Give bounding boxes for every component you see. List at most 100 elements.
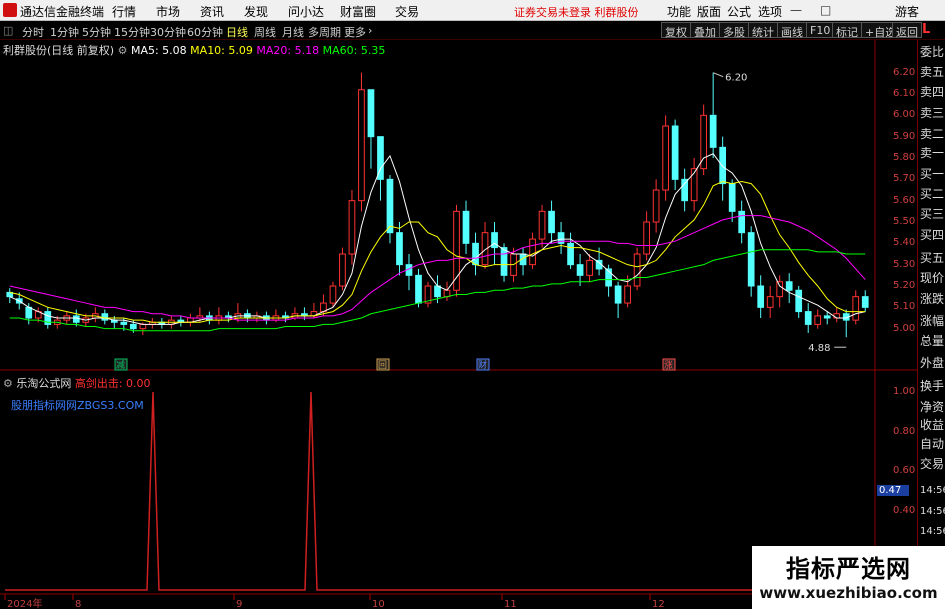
- candle-body: [624, 285, 631, 304]
- price-tick-label: 5.00: [893, 322, 916, 334]
- quote-field-label[interactable]: 交易: [920, 458, 944, 470]
- menu-gongshi[interactable]: 公式: [727, 3, 751, 20]
- candle-body: [358, 89, 365, 202]
- signal-tick-label: 0.60: [893, 465, 916, 476]
- btn-biaoji[interactable]: 标记: [832, 22, 862, 39]
- candle-body: [681, 178, 688, 202]
- period-5min[interactable]: 5分钟: [82, 24, 111, 40]
- maximize-icon[interactable]: □: [820, 3, 831, 17]
- quote-field-label[interactable]: 换手: [920, 380, 944, 392]
- chart-area[interactable]: 6.20 4.88 减 回 财 涨 2024年 8 9 10 11 12: [0, 40, 917, 609]
- period-1min[interactable]: 1分钟: [50, 24, 79, 40]
- formula-name: 乐淘公式网: [16, 377, 72, 390]
- candle-body: [671, 125, 679, 180]
- price-tick-label: 5.50: [893, 216, 916, 227]
- period-daily[interactable]: 日线: [226, 24, 248, 40]
- quote-field-label[interactable]: 卖五: [920, 66, 944, 78]
- signal-tick-label: 0.40: [893, 505, 916, 516]
- date-label: 9: [236, 599, 242, 609]
- chevron-right-icon[interactable]: ›: [368, 24, 372, 37]
- candle-body: [415, 274, 422, 304]
- quote-field-label[interactable]: 净资: [920, 401, 944, 413]
- candle-body: [643, 221, 650, 255]
- quote-field-label[interactable]: 总量: [920, 335, 944, 347]
- marker-label: 财: [478, 359, 487, 371]
- period-monthly[interactable]: 月线: [282, 24, 304, 40]
- candle-body: [861, 296, 869, 308]
- menu-caifuquan[interactable]: 财富圈: [340, 3, 376, 20]
- period-60min[interactable]: 60分钟: [187, 24, 223, 40]
- price-tick-label: 5.40: [893, 237, 916, 249]
- quote-field-label[interactable]: 卖二: [920, 128, 944, 140]
- menu-wenxiaoda[interactable]: 问小达: [288, 3, 324, 20]
- signal-tick-label: 0.80: [893, 426, 916, 437]
- minimize-icon[interactable]: —: [790, 3, 802, 17]
- price-tick-label: 5.20: [893, 280, 916, 291]
- btn-fuquan[interactable]: 复权: [661, 22, 691, 39]
- date-label: 8: [75, 599, 81, 609]
- btn-f10[interactable]: F10: [806, 22, 835, 38]
- quote-field-label[interactable]: 14:56: [920, 526, 945, 538]
- candle-body: [652, 189, 660, 223]
- quote-field-label[interactable]: 自动: [920, 438, 944, 450]
- quote-field-label[interactable]: 买五: [920, 252, 944, 264]
- settings-icon[interactable]: ⚙: [118, 44, 131, 57]
- menu-faxian[interactable]: 发现: [244, 3, 268, 20]
- candle-body: [766, 296, 774, 308]
- btn-diejia[interactable]: 叠加: [690, 22, 720, 39]
- quote-field-label[interactable]: 买一: [920, 168, 944, 180]
- btn-tongji[interactable]: 统计: [748, 22, 778, 39]
- btn-huaxian[interactable]: 画线: [777, 22, 807, 39]
- quote-field-label[interactable]: 涨幅: [920, 315, 944, 327]
- panel-toggle-icon[interactable]: ◫: [3, 24, 13, 37]
- btn-fanhui[interactable]: 返回: [892, 22, 922, 39]
- period-multi[interactable]: 多周期: [308, 24, 341, 40]
- price-tick-label: 5.10: [893, 301, 916, 313]
- menu-hangqing[interactable]: 行情: [112, 3, 136, 20]
- menu-shichang[interactable]: 市场: [156, 3, 180, 20]
- quote-field-label[interactable]: 卖一: [920, 147, 944, 159]
- period-15min[interactable]: 15分钟: [114, 24, 150, 40]
- quote-field-label[interactable]: 买三: [920, 208, 944, 220]
- candle-body: [795, 289, 803, 313]
- signal-line: [5, 391, 870, 591]
- period-more[interactable]: 更多: [344, 24, 366, 40]
- quote-field-label[interactable]: 涨跌: [920, 293, 944, 305]
- period-30min[interactable]: 30分钟: [150, 24, 186, 40]
- quote-field-label[interactable]: 现价: [920, 272, 944, 284]
- price-tick-label: 6.20: [893, 66, 916, 78]
- signal-tick-label: 1.00: [893, 386, 916, 397]
- quote-field-label[interactable]: 收益: [920, 419, 944, 431]
- quote-field-label[interactable]: 卖四: [920, 86, 944, 98]
- menu-xuanxiang[interactable]: 选项: [758, 3, 782, 20]
- btn-duogu[interactable]: 多股: [719, 22, 749, 39]
- quote-field-label[interactable]: 委比: [920, 46, 944, 58]
- menu-jiaoyi[interactable]: 交易: [395, 3, 419, 20]
- candle-body: [633, 253, 641, 287]
- period-fenshi[interactable]: 分时: [22, 24, 44, 40]
- period-toolbar: ◫ 分时 1分钟 5分钟 15分钟 30分钟 60分钟 日线 周线 月线 多周期…: [0, 21, 945, 40]
- menu-banmian[interactable]: 版面: [697, 3, 721, 20]
- candle-body: [757, 285, 765, 308]
- stock-title: 利群股份(日线 前复权): [3, 44, 115, 57]
- candle-body: [567, 242, 574, 266]
- quote-field-label[interactable]: 外盘: [920, 357, 944, 369]
- quote-field-label[interactable]: 14:56: [920, 506, 945, 518]
- quote-field-label[interactable]: 卖三: [920, 107, 944, 119]
- app-name: 通达信金融终端: [20, 5, 105, 19]
- menu-gongneng[interactable]: 功能: [667, 3, 691, 20]
- quote-field-label[interactable]: 买二: [920, 188, 944, 200]
- candle-body: [747, 232, 755, 287]
- status-notice: 证券交易未登录 利群股份: [514, 6, 639, 19]
- quote-field-label[interactable]: 买四: [920, 229, 944, 241]
- date-label: 10: [372, 599, 385, 609]
- user-label[interactable]: 游客: [895, 3, 919, 20]
- menu-zixun[interactable]: 资讯: [200, 3, 224, 20]
- candle-body: [472, 242, 479, 266]
- candle-body: [529, 238, 536, 266]
- quote-field-label[interactable]: 14:56: [920, 485, 945, 497]
- candle-body: [25, 306, 33, 319]
- sub-settings-icon[interactable]: ⚙: [3, 377, 16, 390]
- candle-body: [576, 264, 584, 276]
- period-weekly[interactable]: 周线: [254, 24, 276, 40]
